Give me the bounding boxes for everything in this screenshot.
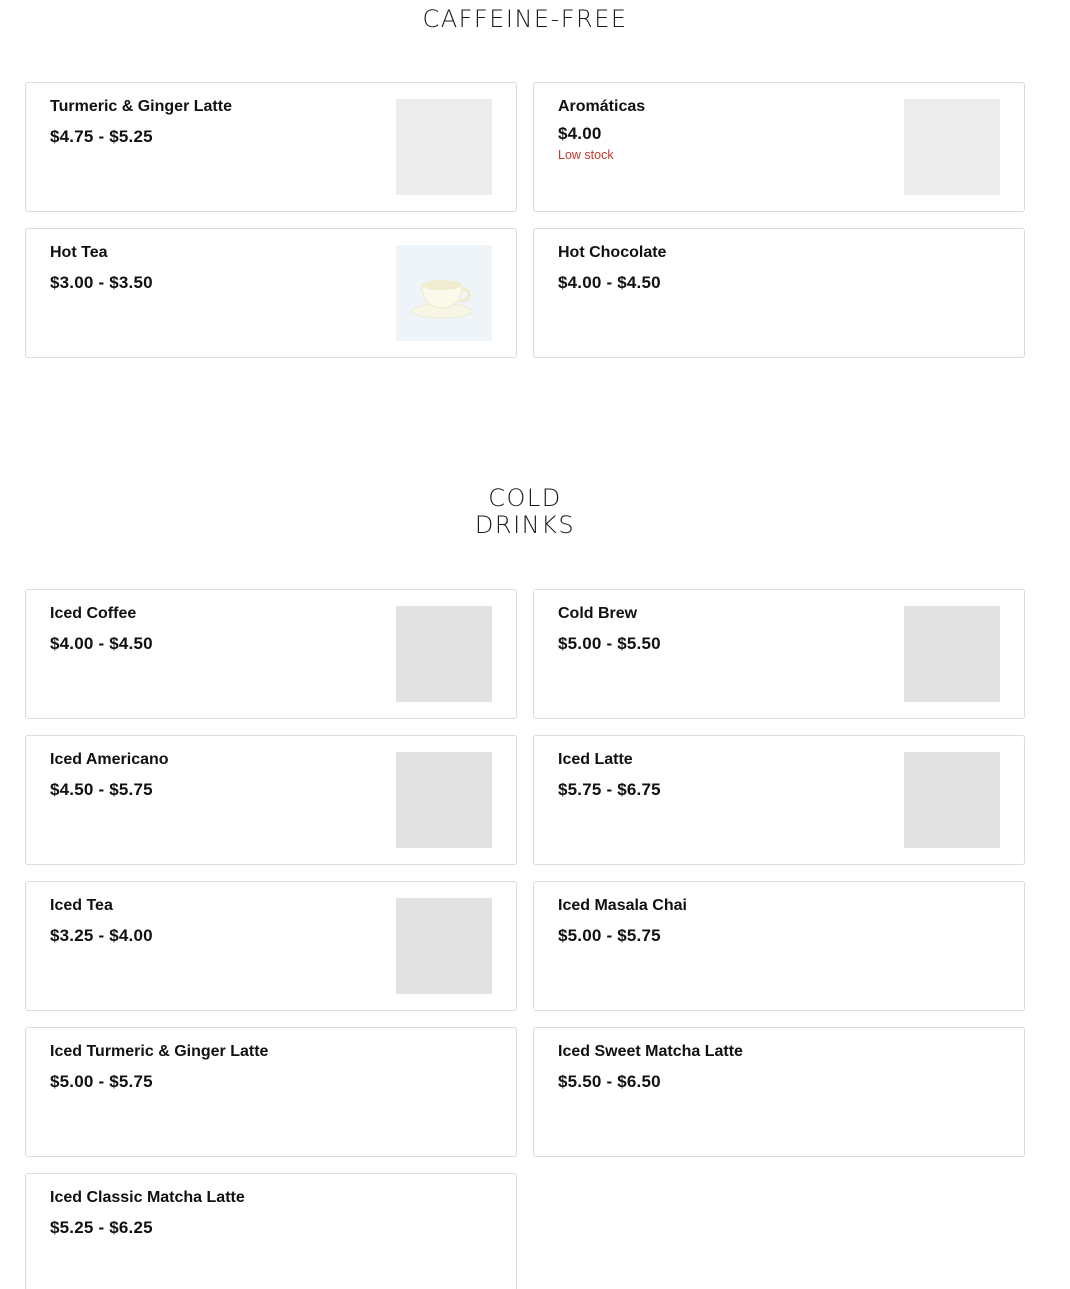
item-price: $5.00 - $5.75 bbox=[558, 926, 661, 945]
item-name: Iced Americano bbox=[50, 751, 169, 768]
menu-item-iced-turmeric-ginger-latte[interactable]: Iced Turmeric & Ginger Latte $5.00 - $5.… bbox=[25, 1027, 517, 1157]
item-name: Hot Chocolate bbox=[558, 244, 667, 261]
menu-item-iced-masala-chai[interactable]: Iced Masala Chai $5.00 - $5.75 bbox=[533, 881, 1025, 1011]
item-image-placeholder bbox=[396, 898, 492, 994]
item-price: $4.50 - $5.75 bbox=[50, 780, 153, 799]
item-name: Iced Tea bbox=[50, 897, 113, 914]
item-name: Cold Brew bbox=[558, 605, 638, 622]
menu-item-hot-tea[interactable]: Hot Tea $3.00 - $3.50 bbox=[25, 228, 517, 358]
cold-drinks-grid: Iced Coffee $4.00 - $4.50 Cold Brew $5.0… bbox=[25, 589, 1025, 1289]
item-name: Hot Tea bbox=[50, 244, 108, 261]
item-name: Iced Turmeric & Ginger Latte bbox=[50, 1043, 269, 1060]
item-price: $5.00 - $5.50 bbox=[558, 634, 661, 653]
item-name: Iced Masala Chai bbox=[558, 897, 687, 914]
menu-item-aromaticas[interactable]: Aromáticas $4.00 Low stock bbox=[533, 82, 1025, 212]
item-price: $5.00 - $5.75 bbox=[50, 1072, 153, 1091]
menu-item-iced-classic-matcha-latte[interactable]: Iced Classic Matcha Latte $5.25 - $6.25 bbox=[25, 1173, 517, 1289]
item-price: $4.75 - $5.25 bbox=[50, 127, 153, 146]
item-image-placeholder bbox=[904, 606, 1000, 702]
item-image-placeholder bbox=[904, 752, 1000, 848]
item-price: $4.00 - $4.50 bbox=[558, 273, 661, 292]
item-name: Iced Coffee bbox=[50, 605, 137, 622]
item-image-placeholder bbox=[396, 606, 492, 702]
section-title-cold-drinks: COLD DRINKS bbox=[0, 485, 1050, 539]
item-image-placeholder bbox=[396, 99, 492, 195]
item-name: Aromáticas bbox=[558, 98, 646, 115]
menu-item-cold-brew[interactable]: Cold Brew $5.00 - $5.50 bbox=[533, 589, 1025, 719]
menu-item-iced-latte[interactable]: Iced Latte $5.75 - $6.75 bbox=[533, 735, 1025, 865]
item-price: $3.25 - $4.00 bbox=[50, 926, 153, 945]
low-stock-badge: Low stock bbox=[558, 148, 614, 162]
item-price: $5.75 - $6.75 bbox=[558, 780, 661, 799]
item-price: $3.00 - $3.50 bbox=[50, 273, 153, 292]
item-name: Iced Classic Matcha Latte bbox=[50, 1189, 245, 1206]
item-price: $5.25 - $6.25 bbox=[50, 1218, 153, 1237]
section-title-line-1: COLD bbox=[488, 484, 562, 512]
menu-item-iced-tea[interactable]: Iced Tea $3.25 - $4.00 bbox=[25, 881, 517, 1011]
item-price: $4.00 - $4.50 bbox=[50, 634, 153, 653]
tea-cup-image bbox=[396, 245, 492, 341]
item-image-placeholder bbox=[904, 99, 1000, 195]
item-name: Iced Sweet Matcha Latte bbox=[558, 1043, 743, 1060]
item-price: $4.00 bbox=[558, 124, 602, 143]
caffeine-free-grid: Turmeric & Ginger Latte $4.75 - $5.25 Ar… bbox=[25, 82, 1025, 358]
section-title-line-2: DRINKS bbox=[474, 511, 576, 539]
item-image-placeholder bbox=[396, 752, 492, 848]
section-title-caffeine-free: CAFFEINE-FREE bbox=[422, 5, 628, 33]
menu-item-hot-chocolate[interactable]: Hot Chocolate $4.00 - $4.50 bbox=[533, 228, 1025, 358]
item-price: $5.50 - $6.50 bbox=[558, 1072, 661, 1091]
menu-item-iced-sweet-matcha-latte[interactable]: Iced Sweet Matcha Latte $5.50 - $6.50 bbox=[533, 1027, 1025, 1157]
item-name: Turmeric & Ginger Latte bbox=[50, 98, 232, 115]
menu-item-iced-americano[interactable]: Iced Americano $4.50 - $5.75 bbox=[25, 735, 517, 865]
menu-item-turmeric-ginger-latte[interactable]: Turmeric & Ginger Latte $4.75 - $5.25 bbox=[25, 82, 517, 212]
menu-page: CAFFEINE-FREE Turmeric & Ginger Latte $4… bbox=[0, 0, 1070, 1289]
tea-cup-icon bbox=[396, 245, 492, 341]
menu-item-iced-coffee[interactable]: Iced Coffee $4.00 - $4.50 bbox=[25, 589, 517, 719]
item-name: Iced Latte bbox=[558, 751, 633, 768]
